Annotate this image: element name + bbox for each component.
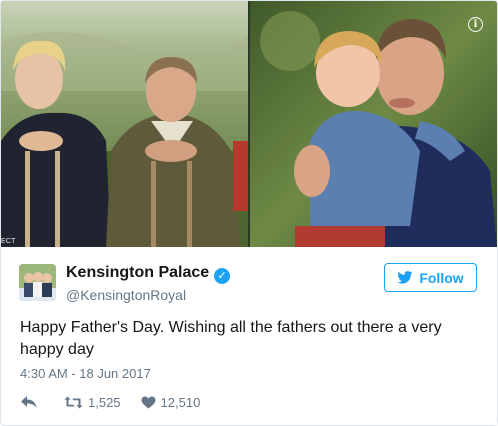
tweet-timestamp[interactable]: 4:30 AM - 18 Jun 2017	[20, 366, 151, 381]
tweet-media[interactable]: ECT i	[1, 1, 497, 247]
photo-credit: ECT	[1, 238, 16, 245]
tweet-text: Happy Father's Day. Wishing all the fath…	[20, 319, 442, 358]
twitter-bird-icon	[397, 271, 413, 284]
retweet-button[interactable]: 1,525	[64, 395, 121, 410]
verified-badge-icon: ✓	[214, 268, 231, 284]
author-handle[interactable]: @KensingtonRoyal	[66, 287, 186, 303]
like-button[interactable]: 12,510	[141, 394, 201, 410]
reply-icon	[21, 396, 37, 408]
follow-button-label[interactable]: Follow	[419, 270, 463, 286]
retweet-count: 1,525	[88, 394, 121, 410]
tweet-card: ECT i Kensington Palace ✓ @KensingtonRoy…	[0, 0, 498, 426]
reply-button[interactable]	[20, 395, 38, 409]
photo-right[interactable]: i	[250, 1, 497, 247]
avatar[interactable]	[19, 264, 56, 301]
author-name-text[interactable]: Kensington Palace	[66, 264, 209, 281]
photo-left[interactable]: ECT	[1, 1, 248, 247]
info-icon[interactable]: i	[468, 17, 483, 32]
author-name[interactable]: Kensington Palace ✓	[66, 264, 231, 284]
retweet-icon	[64, 396, 83, 408]
heart-icon	[141, 396, 156, 408]
like-count: 12,510	[160, 394, 201, 410]
follow-button[interactable]: Follow	[384, 263, 477, 292]
tweet-actions: 1,525 12,510	[20, 392, 200, 412]
